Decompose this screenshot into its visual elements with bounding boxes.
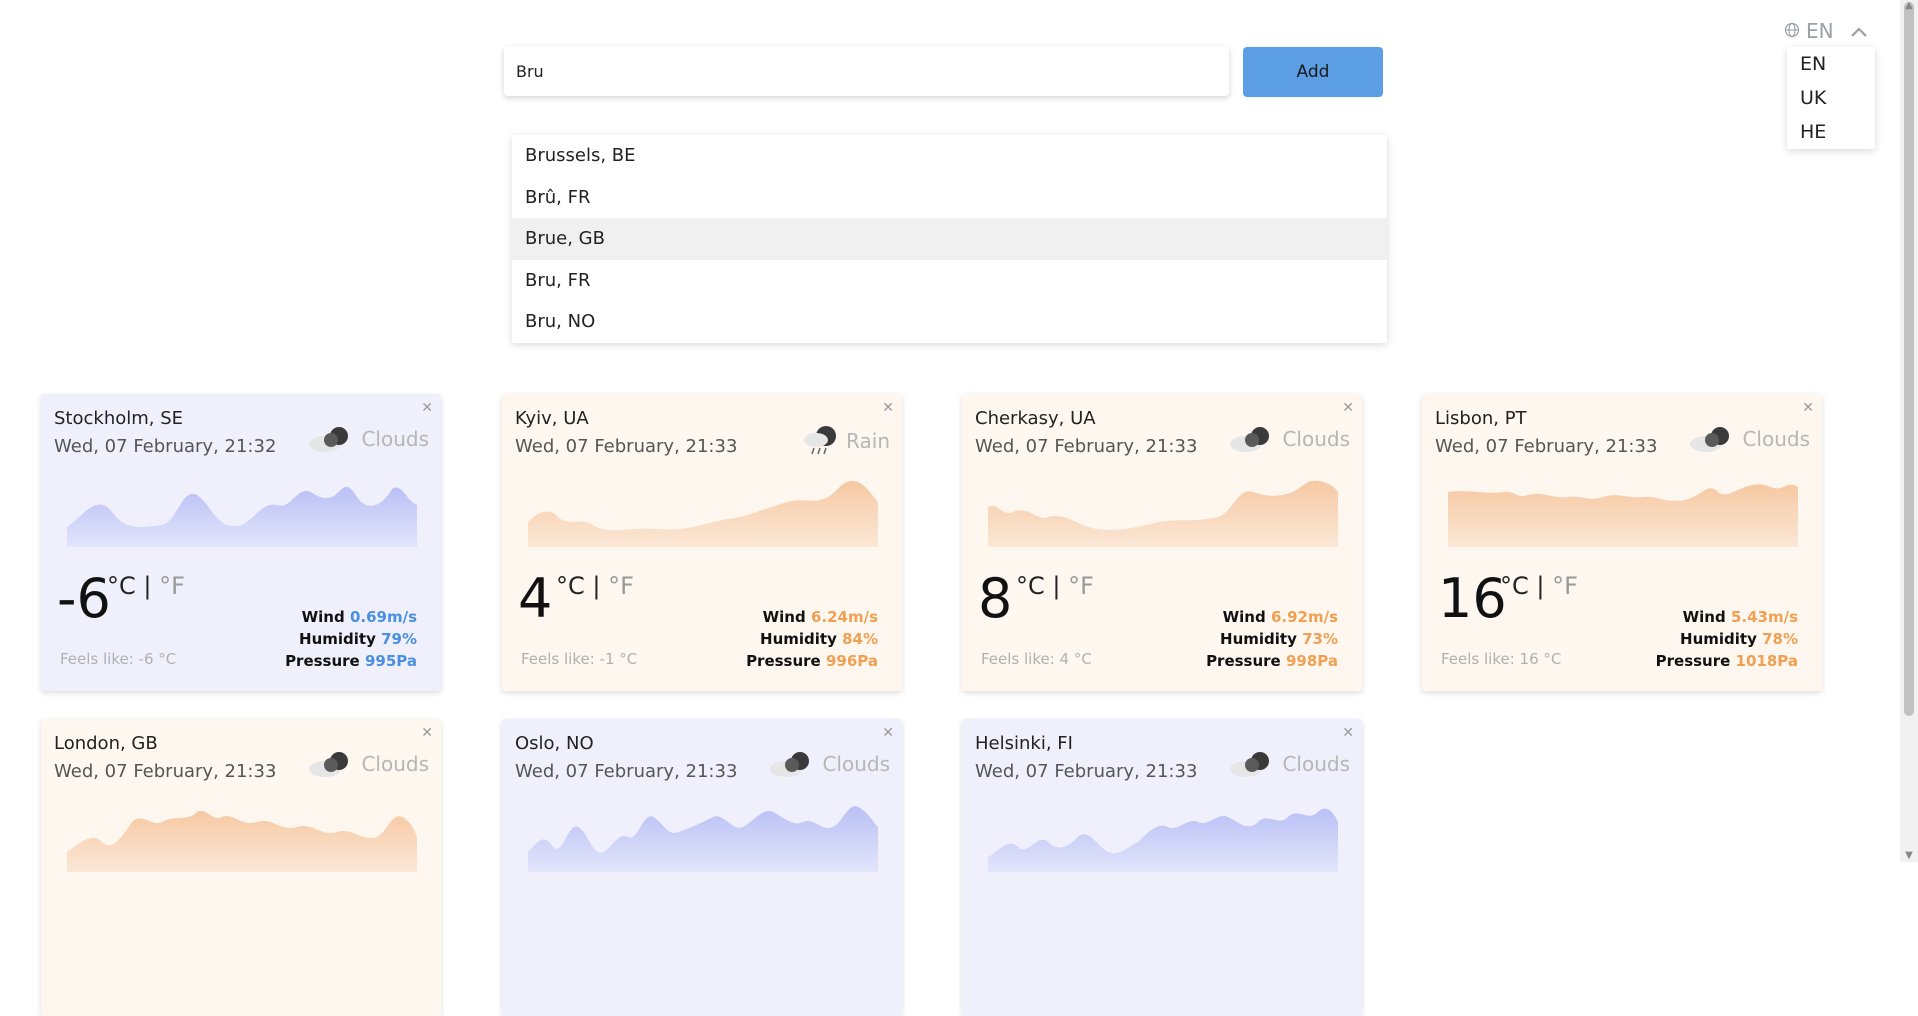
temperature-sparkline <box>67 486 417 547</box>
card-city: Helsinki, FI <box>975 733 1073 754</box>
card-temperature: 16 <box>1438 567 1507 630</box>
card-condition: Clouds <box>1228 424 1350 454</box>
temperature-sparkline <box>528 480 878 547</box>
city-search-input[interactable] <box>504 46 1229 96</box>
card-temperature: 8 <box>978 567 1013 630</box>
card-condition: Clouds <box>307 424 429 454</box>
unit-toggle[interactable]: °C | °F <box>1016 572 1094 600</box>
clouds-icon <box>1230 427 1270 452</box>
weather-card: ✕ London, GB Wed, 07 February, 21:33 Clo… <box>41 719 441 1016</box>
search-bar <box>504 46 1229 96</box>
card-stats: Wind 0.69m/s Humidity 79% Pressure 995Pa <box>285 608 417 670</box>
card-date: Wed, 07 February, 21:33 <box>54 761 277 782</box>
card-feels-like: Feels like: -6 °C <box>60 650 177 668</box>
scrollbar-thumb[interactable] <box>1904 2 1914 716</box>
card-date: Wed, 07 February, 21:33 <box>975 436 1198 457</box>
scroll-down-icon[interactable]: ▼ <box>1903 850 1915 862</box>
language-option-en[interactable]: EN <box>1787 47 1875 81</box>
card-date: Wed, 07 February, 21:32 <box>54 436 277 457</box>
suggestion-item[interactable]: Brue, GB <box>512 218 1387 260</box>
unit-toggle[interactable]: °C | °F <box>556 572 634 600</box>
close-icon[interactable]: ✕ <box>882 725 894 741</box>
language-menu: EN UK HE <box>1787 47 1875 149</box>
language-current: EN <box>1806 19 1834 43</box>
card-temperature: 4 <box>518 567 553 630</box>
close-icon[interactable]: ✕ <box>1342 725 1354 741</box>
weather-card: ✕ Kyiv, UA Wed, 07 February, 21:33 Rain … <box>502 394 902 691</box>
weather-card: ✕ Helsinki, FI Wed, 07 February, 21:33 C… <box>962 719 1362 1016</box>
close-icon[interactable]: ✕ <box>1342 400 1354 416</box>
add-button[interactable]: Add <box>1243 47 1383 97</box>
card-date: Wed, 07 February, 21:33 <box>515 761 738 782</box>
card-date: Wed, 07 February, 21:33 <box>515 436 738 457</box>
clouds-icon <box>1690 427 1730 452</box>
weather-card: ✕ Cherkasy, UA Wed, 07 February, 21:33 C… <box>962 394 1362 691</box>
card-stats: Wind 6.92m/s Humidity 73% Pressure 998Pa <box>1206 608 1338 670</box>
card-city: Oslo, NO <box>515 733 594 754</box>
card-stats: Wind 5.43m/s Humidity 78% Pressure 1018P… <box>1655 608 1798 670</box>
card-feels-like: Feels like: 4 °C <box>981 650 1092 668</box>
suggestion-item[interactable]: Bru, FR <box>512 260 1387 302</box>
close-icon[interactable]: ✕ <box>421 400 433 416</box>
card-condition: Rain <box>802 424 890 458</box>
close-icon[interactable]: ✕ <box>421 725 433 741</box>
temperature-sparkline <box>1448 484 1798 547</box>
card-condition: Clouds <box>307 749 429 779</box>
rain-icon <box>804 426 837 455</box>
card-feels-like: Feels like: -1 °C <box>521 650 638 668</box>
language-option-he[interactable]: HE <box>1787 115 1875 149</box>
card-date: Wed, 07 February, 21:33 <box>975 761 1198 782</box>
scroll-up-icon[interactable]: ▲ <box>1903 0 1915 12</box>
language-option-uk[interactable]: UK <box>1787 81 1875 115</box>
weather-card: ✕ Stockholm, SE Wed, 07 February, 21:32 … <box>41 394 441 691</box>
card-stats: Wind 6.24m/s Humidity 84% Pressure 996Pa <box>746 608 878 670</box>
weather-card: ✕ Lisbon, PT Wed, 07 February, 21:33 Clo… <box>1422 394 1822 691</box>
card-condition: Clouds <box>1228 749 1350 779</box>
unit-toggle[interactable]: °C | °F <box>107 572 185 600</box>
card-date: Wed, 07 February, 21:33 <box>1435 436 1658 457</box>
temperature-sparkline <box>988 480 1338 547</box>
card-condition: Clouds <box>1688 424 1810 454</box>
suggestion-item[interactable]: Bru, NO <box>512 301 1387 343</box>
clouds-icon <box>309 427 349 452</box>
card-feels-like: Feels like: 16 °C <box>1441 650 1562 668</box>
suggestion-item[interactable]: Brussels, BE <box>512 135 1387 177</box>
weather-card: ✕ Oslo, NO Wed, 07 February, 21:33 Cloud… <box>502 719 902 1016</box>
close-icon[interactable]: ✕ <box>1802 400 1814 416</box>
close-icon[interactable]: ✕ <box>882 400 894 416</box>
globe-icon <box>1784 19 1800 43</box>
language-toggle[interactable]: EN <box>1784 18 1868 44</box>
clouds-icon <box>309 752 349 777</box>
card-temperature: -6 <box>57 567 111 630</box>
card-city: Kyiv, UA <box>515 408 589 429</box>
clouds-icon <box>770 752 810 777</box>
suggestion-item[interactable]: Brû, FR <box>512 177 1387 219</box>
card-city: Lisbon, PT <box>1435 408 1527 429</box>
unit-toggle[interactable]: °C | °F <box>1500 572 1578 600</box>
card-city: Stockholm, SE <box>54 408 184 429</box>
card-city: London, GB <box>54 733 158 754</box>
card-condition: Clouds <box>768 749 890 779</box>
chevron-up-icon <box>1850 19 1868 43</box>
clouds-icon <box>1230 752 1270 777</box>
card-city: Cherkasy, UA <box>975 408 1096 429</box>
suggestions-dropdown: Brussels, BE Brû, FR Brue, GB Bru, FR Br… <box>512 135 1387 343</box>
